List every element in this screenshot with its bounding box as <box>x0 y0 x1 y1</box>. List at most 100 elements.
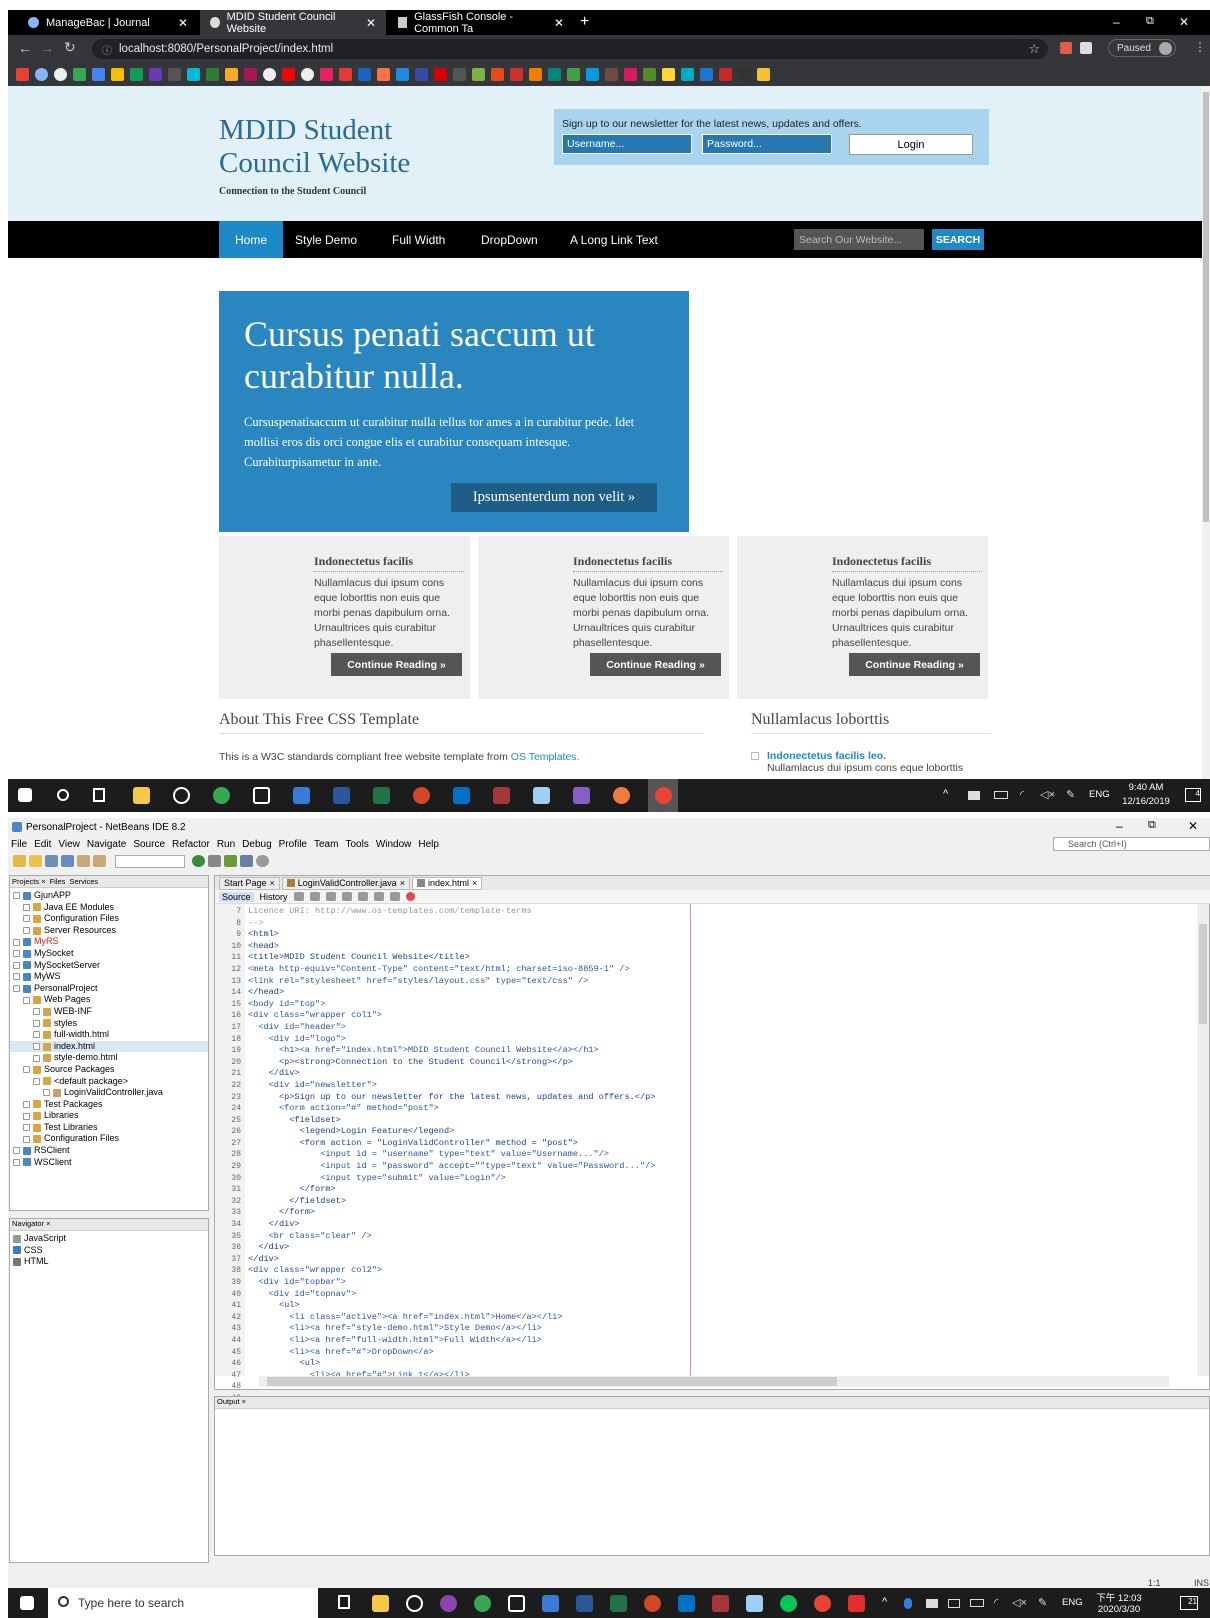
extension-icon[interactable] <box>1060 42 1072 54</box>
bookmark-icon[interactable] <box>168 67 181 81</box>
history-view-button[interactable]: History <box>260 892 288 902</box>
navigator-tab[interactable]: Navigator × <box>10 1219 208 1231</box>
code-line[interactable]: <div id="logo"> <box>248 1034 1168 1046</box>
wifi-icon[interactable]: ◜ <box>994 1596 998 1609</box>
nav-dropdown[interactable]: DropDown <box>465 221 554 258</box>
code-line[interactable]: <li><a href="style-demo.html">Style Demo… <box>248 1323 1168 1335</box>
notification-icon[interactable]: 4 <box>1185 788 1201 802</box>
app-icon[interactable] <box>173 787 190 804</box>
project-tree-item[interactable]: Test Packages <box>10 1099 208 1111</box>
hero-button[interactable]: Ipsumsenterdum non velit » <box>451 483 657 512</box>
language-indicator[interactable]: ENG <box>1089 789 1110 800</box>
navigator-item[interactable]: CSS <box>10 1245 208 1257</box>
access-icon[interactable] <box>712 1595 729 1612</box>
search-icon[interactable] <box>57 789 69 801</box>
menu-profile[interactable]: Profile <box>279 839 307 850</box>
app-icon[interactable] <box>253 787 270 804</box>
expand-toggle-icon[interactable] <box>33 1019 40 1027</box>
tab-projects[interactable]: Projects × <box>12 877 46 886</box>
app-icon[interactable] <box>293 787 310 804</box>
project-tree-item[interactable]: GjunAPP <box>10 890 208 902</box>
code-line[interactable]: <body id="top"> <box>248 999 1168 1011</box>
continue-reading-button[interactable]: Continue Reading » <box>849 653 980 676</box>
bookmark-icon[interactable] <box>681 67 694 81</box>
scrollbar-thumb[interactable] <box>1203 92 1209 522</box>
menu-source[interactable]: Source <box>133 839 165 850</box>
notification-icon[interactable]: 21 <box>1180 1596 1198 1610</box>
editor-tool-icon[interactable] <box>309 892 320 901</box>
code-line[interactable]: <input id = "username" type="text" value… <box>248 1149 1168 1161</box>
expand-toggle-icon[interactable] <box>33 1054 40 1062</box>
tray-icon[interactable] <box>968 791 980 800</box>
new-file-icon[interactable] <box>29 855 42 867</box>
project-tree-item[interactable]: MySocketServer <box>10 960 208 972</box>
bookmark-icon[interactable] <box>282 67 295 81</box>
bookmark-icon[interactable] <box>757 67 770 81</box>
bookmark-icon[interactable] <box>35 67 48 81</box>
code-line[interactable]: <li><a href="full-width.html">Full Width… <box>248 1335 1168 1347</box>
bookmark-icon[interactable] <box>73 67 86 81</box>
scrollbar-thumb[interactable] <box>267 1377 837 1386</box>
tray-icon[interactable] <box>948 1599 960 1608</box>
task-view-icon[interactable] <box>93 788 105 802</box>
expand-toggle-icon[interactable] <box>13 892 20 900</box>
password-input[interactable]: Password... <box>702 134 832 154</box>
bookmark-icon[interactable] <box>567 67 580 81</box>
editor-horizontal-scrollbar[interactable] <box>259 1376 1169 1387</box>
line-icon[interactable] <box>780 1595 797 1612</box>
code-area[interactable]: Licence URI: http://www.os-templates.com… <box>248 904 1168 1376</box>
build-icon[interactable] <box>192 855 205 867</box>
chrome-icon[interactable] <box>814 1595 831 1612</box>
new-project-icon[interactable] <box>13 855 26 867</box>
close-window-button[interactable]: ✕ <box>1179 15 1189 29</box>
code-line[interactable]: </div> <box>248 1068 1168 1080</box>
netbeans-taskbar-icon[interactable] <box>746 1595 763 1612</box>
bookmark-icon[interactable] <box>320 67 333 81</box>
tree-connector-icon[interactable] <box>43 1089 50 1097</box>
page-scrollbar[interactable] <box>1202 86 1210 779</box>
expand-toggle-icon[interactable] <box>23 1066 30 1074</box>
continue-reading-button[interactable]: Continue Reading » <box>331 653 462 676</box>
project-tree-item[interactable]: MyWS <box>10 971 208 983</box>
app-icon[interactable] <box>542 1595 559 1612</box>
code-line[interactable]: <li><a href="#">DropDown</a> <box>248 1347 1168 1359</box>
tray-chevron-icon[interactable]: ^ <box>882 1596 887 1608</box>
code-line[interactable]: <ul> <box>248 1358 1168 1370</box>
code-line[interactable]: <div id="newsletter"> <box>248 1080 1168 1092</box>
close-icon[interactable]: × <box>270 878 275 888</box>
menu-tools[interactable]: Tools <box>345 839 368 850</box>
bookmark-icon[interactable] <box>111 67 124 81</box>
project-tree-item[interactable]: PersonalProject <box>10 983 208 995</box>
scrollbar-thumb[interactable] <box>1199 924 1207 1024</box>
menu-help[interactable]: Help <box>418 839 439 850</box>
site-search-input[interactable]: Search Our Website... <box>794 229 924 250</box>
close-icon[interactable]: × <box>472 878 477 888</box>
outlook-icon[interactable] <box>678 1595 695 1612</box>
project-tree-item[interactable]: styles <box>10 1018 208 1030</box>
menu-run[interactable]: Run <box>217 839 235 850</box>
bookmark-icon[interactable] <box>700 67 713 81</box>
project-tree-item[interactable]: WEB-INF <box>10 1006 208 1018</box>
expand-toggle-icon[interactable] <box>33 1008 40 1016</box>
project-tree-item[interactable]: Java EE Modules <box>10 902 208 914</box>
powerpoint-icon[interactable] <box>413 787 430 804</box>
menu-edit[interactable]: Edit <box>34 839 51 850</box>
language-indicator[interactable]: ENG <box>1062 1597 1083 1608</box>
bookmark-icon[interactable] <box>54 67 67 81</box>
code-line[interactable]: --> <box>248 918 1168 930</box>
editor-vertical-scrollbar[interactable] <box>1197 904 1209 1376</box>
code-line[interactable]: </div> <box>248 1254 1168 1266</box>
task-view-icon[interactable] <box>338 1595 350 1609</box>
bookmark-icon[interactable] <box>301 67 314 81</box>
project-tree-item[interactable]: <default package> <box>10 1076 208 1088</box>
code-line[interactable]: <input type="submit" value="Login"/> <box>248 1173 1168 1185</box>
minimize-button[interactable]: – <box>1113 15 1120 29</box>
code-line[interactable]: <div class="wrapper col1"> <box>248 1010 1168 1022</box>
editor-tab-login-controller[interactable]: LoginValidController.java × <box>281 876 410 890</box>
new-tab-button[interactable]: + <box>580 13 589 31</box>
output-tab[interactable]: Output × <box>215 1397 1209 1409</box>
project-tree-item[interactable]: style-demo.html <box>10 1052 208 1064</box>
site-search-button[interactable]: SEARCH <box>932 229 984 250</box>
editor-tool-icon[interactable] <box>341 892 352 901</box>
tab-managebac[interactable]: ManageBac | Journal ✕ <box>18 10 198 35</box>
